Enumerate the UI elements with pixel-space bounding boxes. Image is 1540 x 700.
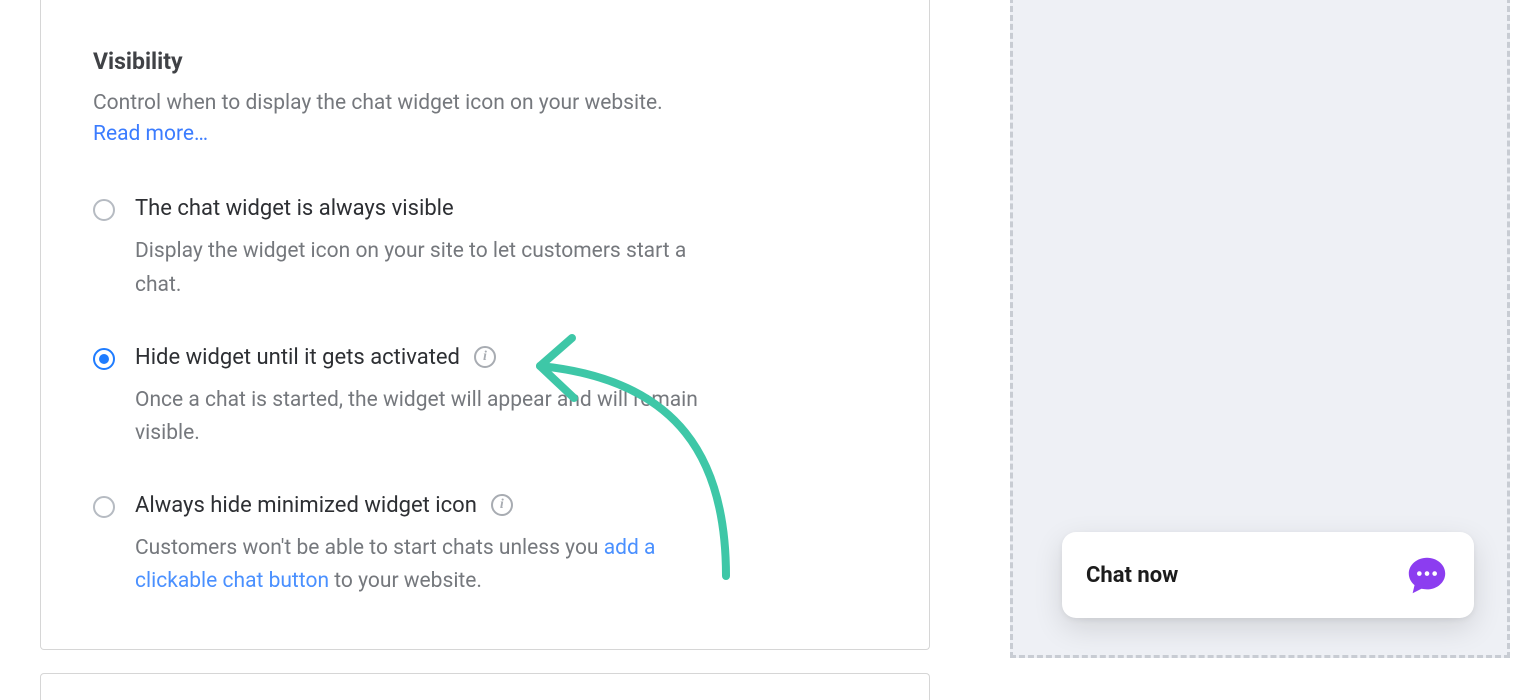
info-icon[interactable] bbox=[491, 494, 513, 516]
option-desc-post: to your website. bbox=[329, 569, 482, 593]
radio-hide-until-activated[interactable] bbox=[93, 348, 115, 370]
visibility-section-card: Visibility Control when to display the c… bbox=[40, 0, 930, 650]
preview-panel: Chat now bbox=[1010, 0, 1510, 658]
radio-always-hide-minimized[interactable] bbox=[93, 496, 115, 518]
read-more-link[interactable]: Read more… bbox=[93, 122, 208, 146]
option-desc: Display the widget icon on your site to … bbox=[135, 235, 705, 302]
radio-always-visible[interactable] bbox=[93, 199, 115, 221]
chat-bubble-icon bbox=[1404, 552, 1450, 598]
option-label: The chat widget is always visible bbox=[135, 196, 454, 221]
option-label: Hide widget until it gets activated bbox=[135, 345, 460, 370]
option-always-hide-minimized[interactable]: Always hide minimized widget icon Custom… bbox=[93, 493, 877, 599]
section-title: Visibility bbox=[93, 48, 877, 75]
chat-fab-label: Chat now bbox=[1086, 563, 1178, 588]
chat-fab[interactable]: Chat now bbox=[1062, 532, 1474, 618]
option-hide-until-activated[interactable]: Hide widget until it gets activated Once… bbox=[93, 345, 877, 451]
option-desc-pre: Customers won't be able to start chats u… bbox=[135, 536, 604, 560]
option-label: Always hide minimized widget icon bbox=[135, 493, 477, 518]
option-desc: Customers won't be able to start chats u… bbox=[135, 532, 705, 599]
visibility-options-group: The chat widget is always visible Displa… bbox=[93, 196, 877, 599]
option-always-visible[interactable]: The chat widget is always visible Displa… bbox=[93, 196, 877, 302]
info-icon[interactable] bbox=[474, 346, 496, 368]
next-section-card-top bbox=[40, 673, 930, 700]
option-desc: Once a chat is started, the widget will … bbox=[135, 384, 705, 451]
section-subtitle: Control when to display the chat widget … bbox=[93, 89, 877, 118]
